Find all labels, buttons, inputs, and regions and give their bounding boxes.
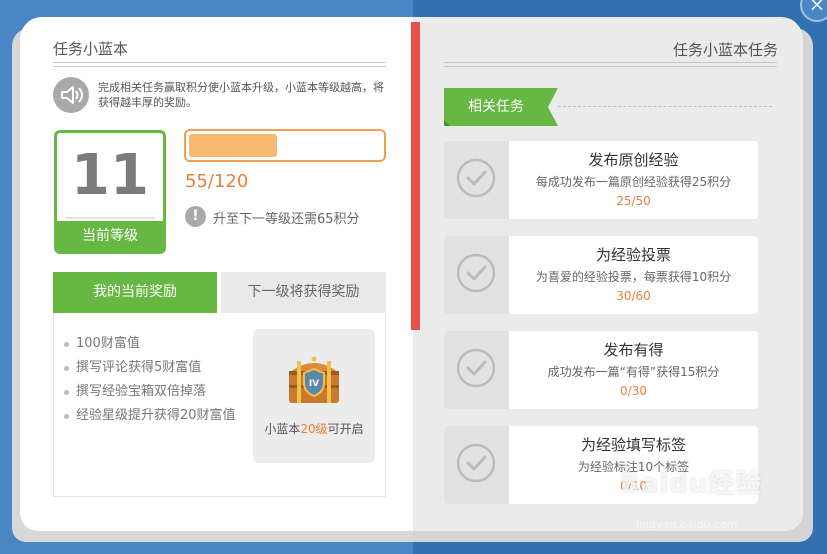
task-status-area [444,236,509,314]
current-level-card: 11 当前等级 [54,130,166,254]
treasure-chest-icon: IV [285,355,343,407]
task-progress: 0/30 [620,384,647,398]
caption-text: 可开启 [327,422,364,436]
check-circle-icon [456,443,496,483]
task-description: 每成功发布一篇原创经验获得25积分 [535,175,732,189]
task-title: 发布原创经验 [588,151,679,169]
tab-current-rewards[interactable]: 我的当前奖励 [53,272,217,313]
level-divider [65,217,155,219]
book-spine-ribbon [411,22,420,330]
list-item: 撰写评论获得5财富值 [64,356,242,380]
page-title: 任务小蓝本 [53,40,129,58]
next-level-hint: 升至下一等级还需65积分 [213,212,360,227]
task-card[interactable]: 发布有得 成功发布一篇“有得”获得15积分 0/30 [444,331,758,409]
check-circle-icon [456,158,496,198]
progress-value: 55/120 [185,171,249,192]
progress-fill [189,134,277,157]
task-status-area [444,331,509,409]
caption-level-highlight: 20级 [300,422,328,436]
check-circle-icon [456,348,496,388]
exclamation-icon: ! [185,206,206,227]
task-status-area [444,141,509,219]
list-item: 撰写经验宝箱双倍掉落 [64,380,242,404]
section-dash-line [558,106,772,107]
level-number: 11 [71,143,149,208]
task-status-area [444,426,509,504]
task-description: 成功发布一篇“有得”获得15积分 [547,365,720,379]
level-label: 当前等级 [57,221,163,251]
task-progress: 25/50 [616,194,651,208]
watermark-logo: Baidu经验 [620,469,763,499]
check-circle-icon [456,253,496,293]
page-title-right: 任务小蓝本任务 [672,41,778,59]
rewards-list: 100财富值 撰写评论获得5财富值 撰写经验宝箱双倍掉落 经验星级提升获得20财… [64,332,242,428]
task-title: 为经验填写标签 [580,436,686,454]
title-divider-right [444,62,777,67]
list-item: 经验星级提升获得20财富值 [64,404,242,428]
svg-text:IV: IV [309,379,319,389]
task-card[interactable]: 发布原创经验 每成功发布一篇原创经验获得25积分 25/50 [444,141,758,219]
level-progress-bar [184,129,386,162]
speaker-icon [53,77,89,113]
task-progress: 30/60 [616,289,651,303]
list-item: 100财富值 [64,332,242,356]
intro-description: 完成相关任务赢取积分使小蓝本升级，小蓝本等级越高，将获得越丰厚的奖励。 [98,81,384,109]
task-card[interactable]: 为经验投票 为喜爱的经验投票，每票获得10积分 30/60 [444,236,758,314]
task-title: 发布有得 [603,341,664,359]
task-title: 为经验投票 [595,246,671,264]
tab-next-rewards[interactable]: 下一级将获得奖励 [221,272,386,313]
title-divider [53,62,386,67]
watermark-url: jingyan.baidu.com [636,518,738,531]
caption-text: 小蓝本 [264,422,301,436]
section-label: 相关任务 [468,99,524,115]
task-description: 为喜爱的经验投票，每票获得10积分 [535,270,732,284]
section-ribbon: 相关任务 [444,88,558,126]
chest-caption: 小蓝本20级可开启 [253,420,375,437]
